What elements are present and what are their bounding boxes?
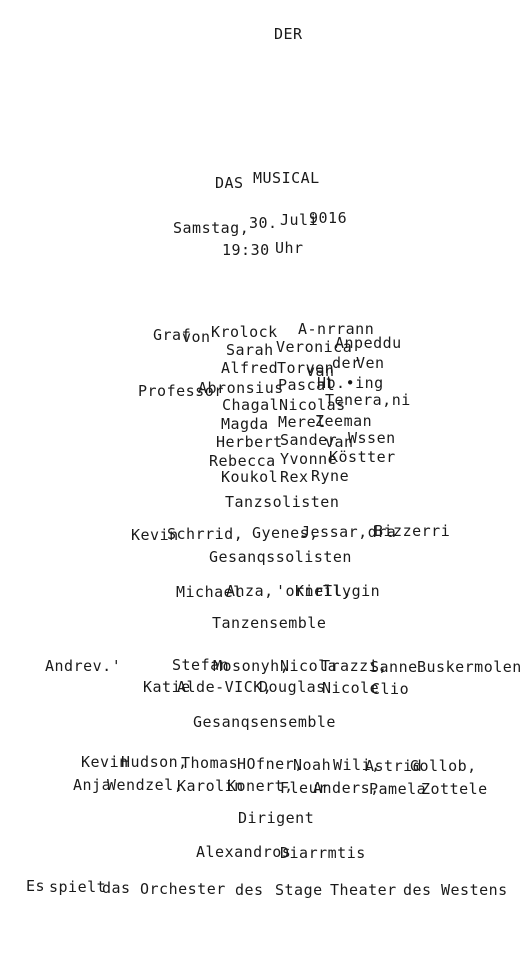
section-heading-dirigent: Dirigent — [238, 809, 315, 827]
footer-word: Westens — [441, 881, 508, 899]
section-heading-tanzensemble: Tanzensemble — [212, 614, 327, 632]
date-uhr: Uhr — [275, 239, 304, 257]
tanzensemble-word: Clio — [371, 680, 410, 698]
gesangssolist-word: Anza, — [226, 582, 274, 600]
tanzensemble-word: Sanne — [370, 658, 418, 676]
title-word-musical: MUSICAL — [253, 169, 320, 187]
gesangsensemble-word: Gollob, — [410, 757, 477, 775]
dirigent-word: Alexandros — [196, 843, 292, 861]
footer-word: Stage — [275, 881, 323, 899]
gesangsensemble-word: Wendzel, — [107, 776, 184, 794]
date-time: 19:30 — [222, 241, 270, 259]
cast-actor-word: Tenera,ni — [325, 391, 411, 409]
cast-role-word: Sarah — [226, 341, 274, 359]
section-heading-tanzsolisten: Tanzsolisten — [225, 493, 340, 511]
footer-word: Orchester — [140, 880, 226, 898]
dirigent-word: Diarrmtis — [280, 844, 366, 862]
cast-actor-word: Ven — [356, 354, 385, 372]
cast-role-word: Chagal — [222, 396, 280, 414]
footer-word: des — [403, 881, 432, 899]
cast-role-word: Magda — [221, 415, 269, 433]
section-heading-gesangsensemble: Gesanqsensemble — [193, 713, 336, 731]
gesangssolist-word: Tlygin — [323, 582, 381, 600]
tanzsolist-word: Bizzerri — [374, 522, 451, 540]
cast-actor-word: Wssen — [348, 429, 396, 447]
gesangsensemble-word: Zottele — [421, 780, 488, 798]
cast-actor-word: Köstter — [329, 448, 396, 466]
cast-role-word: Krolock — [211, 323, 278, 341]
footer-word: Es — [26, 877, 46, 895]
tanzsolist-word: Schrrid, — [167, 525, 244, 543]
date-weekday: Samstag, — [173, 219, 250, 237]
gesangsensemble-word: Pamela — [369, 780, 427, 798]
cast-actor-word: Zeeman — [315, 412, 373, 430]
date-day: 30. — [249, 214, 278, 232]
footer-word: des — [235, 881, 264, 899]
cast-actor-word: Anpeddu — [335, 334, 402, 352]
section-heading-gesangssolisten: Gesanqssolisten — [209, 548, 352, 566]
cast-role-word: Herbert — [216, 433, 283, 451]
footer-word: Theater — [330, 881, 397, 899]
title-word-der: DER — [274, 25, 303, 43]
tanzensemble-word: Mosonyh, — [213, 657, 290, 675]
gesangsensemble-word: Noah — [293, 756, 332, 774]
gesangsensemble-word: Hudson, — [121, 753, 188, 771]
cast-role-word: Koukol — [221, 468, 279, 486]
tanzensemble-word: Andrev.' — [45, 657, 122, 675]
gesangsensemble-word: Thomas — [181, 754, 239, 772]
cast-role-word: von — [182, 328, 211, 346]
cast-role-word: Alfred — [221, 359, 279, 377]
gesangsensemble-word: Anja — [73, 776, 112, 794]
footer-word: spielt — [49, 878, 107, 896]
title-word-das: DAS — [215, 174, 244, 192]
tanzensemble-word: Buskermolen — [417, 658, 522, 676]
cast-actor-word: Hb.•ing — [317, 374, 384, 392]
cast-actor-word: Ryne — [311, 467, 350, 485]
cast-actor-word: Rex — [280, 468, 309, 486]
date-year: 9016 — [309, 209, 348, 227]
tanzensemble-word: Douglas — [259, 678, 326, 696]
footer-word: das — [102, 879, 131, 897]
cast-role-word: Abronsius — [198, 379, 284, 397]
